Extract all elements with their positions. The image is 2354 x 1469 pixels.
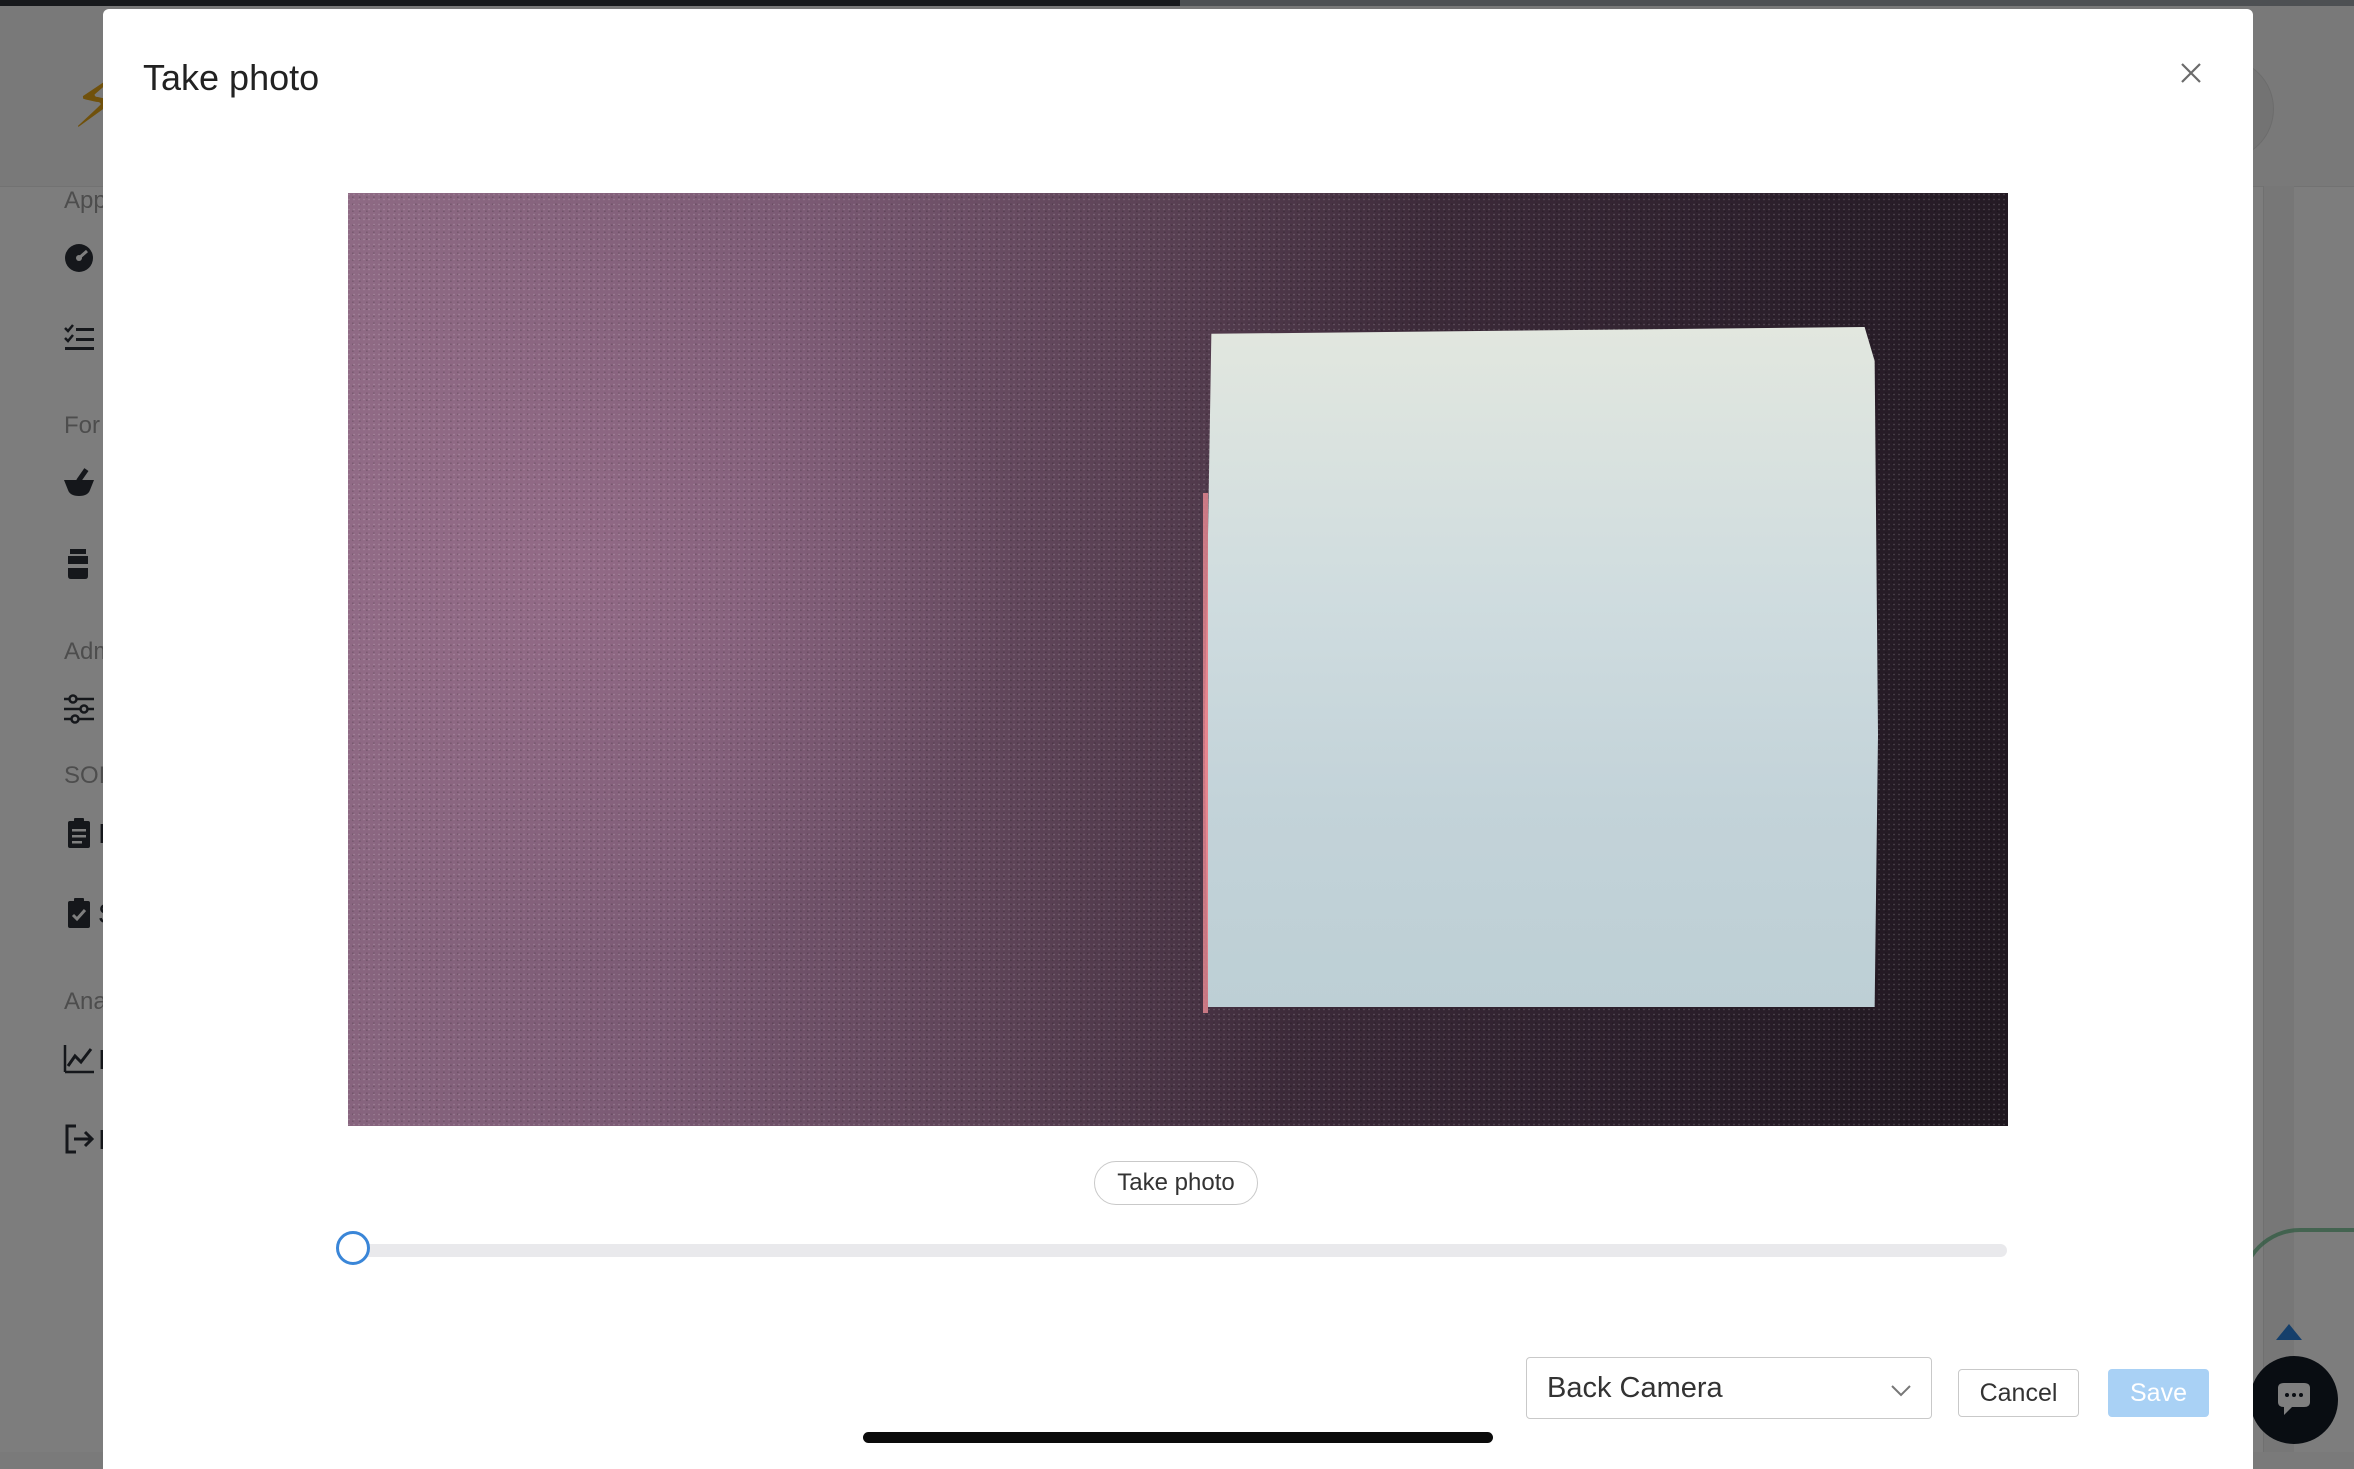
save-button[interactable]: Save — [2108, 1369, 2209, 1417]
home-indicator — [863, 1432, 1493, 1443]
dialog-title: Take photo — [143, 57, 320, 98]
close-icon[interactable] — [2173, 55, 2209, 91]
zoom-slider-track[interactable] — [349, 1244, 2007, 1257]
take-photo-dialog: Take photo Take photo Back Camera Cancel… — [103, 9, 2253, 1469]
sticky-note-in-view — [1208, 327, 1878, 1007]
chevron-down-icon — [1891, 1385, 1911, 1397]
cancel-button[interactable]: Cancel — [1958, 1369, 2079, 1417]
zoom-slider-thumb[interactable] — [336, 1231, 370, 1265]
take-photo-button[interactable]: Take photo — [1094, 1161, 1258, 1205]
camera-select[interactable]: Back Camera — [1526, 1357, 1932, 1419]
camera-preview — [348, 193, 2008, 1126]
camera-select-value: Back Camera — [1547, 1371, 1723, 1404]
